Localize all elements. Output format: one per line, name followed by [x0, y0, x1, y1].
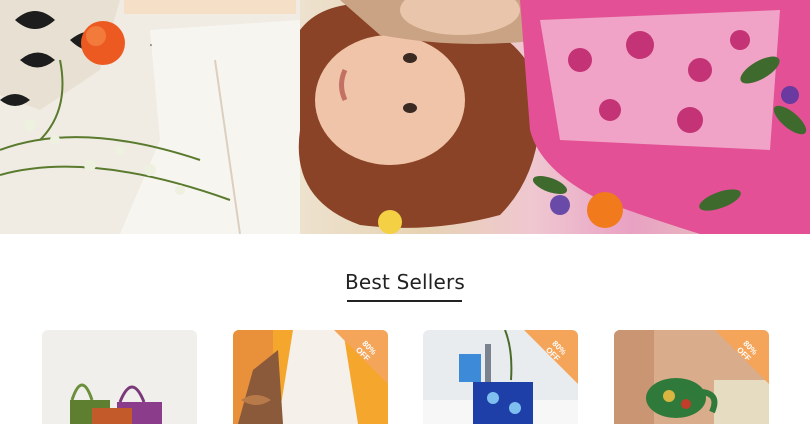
product-card-3[interactable]: 80% OFF [423, 330, 578, 424]
product-card-2[interactable]: 80% OFF [233, 330, 388, 424]
discount-badge: 80% OFF [524, 330, 578, 384]
hero-top-strip [124, 0, 296, 14]
product-card-1[interactable] [42, 330, 197, 424]
hero-image [0, 0, 810, 234]
tote-bags-product-image [42, 330, 197, 424]
product-card-4[interactable]: 80% OFF [614, 330, 769, 424]
best-sellers-title: Best Sellers [344, 270, 466, 294]
discount-badge: 80% OFF [334, 330, 388, 384]
discount-badge: 80% OFF [715, 330, 769, 384]
title-underline [347, 300, 462, 302]
hero-banner [0, 0, 810, 234]
